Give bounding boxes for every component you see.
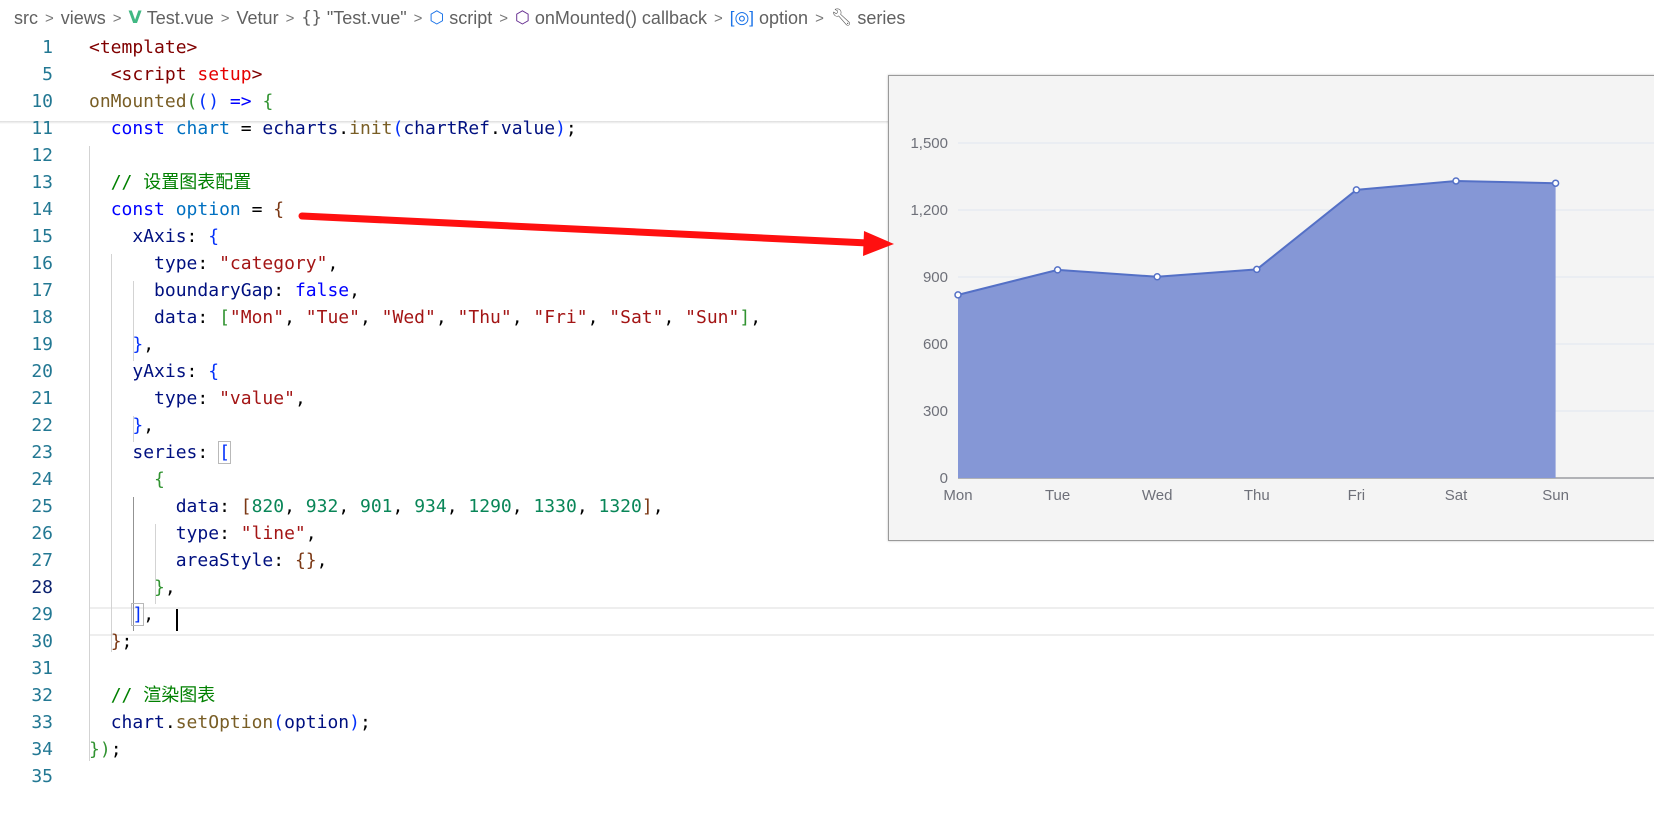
line-number: 31	[31, 658, 53, 679]
line-number: 17	[31, 280, 53, 301]
data-point	[1053, 266, 1062, 274]
line-number: 22	[31, 415, 53, 436]
x-tick-label: Mon	[943, 487, 972, 504]
code-line: 31	[0, 655, 1654, 682]
code-line: 30 };	[0, 628, 1654, 655]
breadcrumb-item[interactable]: V Test.vue	[129, 8, 214, 29]
code-line: 29 ],	[0, 601, 1654, 628]
cube-icon: ⬡	[429, 8, 445, 27]
line-number: 23	[31, 442, 53, 463]
area-chart: 0 300 600 900 1,200 1,500 Mon Tue Wed Thu Fri Sat Su…	[910, 135, 1654, 504]
line-number: 19	[31, 334, 53, 355]
line-number: 30	[31, 631, 53, 652]
cube-icon: ⬡	[515, 8, 530, 27]
breadcrumb: src > views > V Test.vue > Vetur > {} "Test.vue" > ⬡…	[14, 4, 1654, 32]
data-point	[1253, 265, 1261, 274]
line-number: 21	[31, 388, 53, 409]
code-line: 34});	[0, 736, 1654, 763]
chevron-right-icon: >	[285, 9, 295, 27]
breadcrumb-label: onMounted() callback	[534, 7, 707, 28]
line-number: 28	[31, 577, 53, 598]
chart-area-fill	[958, 180, 1556, 478]
x-tick-label: Sun	[1542, 487, 1569, 504]
breadcrumb-item[interactable]: {} "Test.vue"	[301, 8, 406, 29]
line-number: 34	[31, 739, 53, 760]
breadcrumb-label: series	[857, 7, 906, 28]
code-line: 27 areaStyle: {},	[0, 547, 1654, 574]
code-line: 32 // 渲染图表	[0, 682, 1654, 709]
code-line: 33 chart.setOption(option);	[0, 709, 1654, 736]
vue-icon: V	[128, 8, 142, 28]
breadcrumb-label: src	[14, 7, 38, 28]
breadcrumb-label: "Test.vue"	[326, 7, 407, 28]
breadcrumb-item[interactable]: views	[61, 8, 106, 29]
wrench-icon: 🔧︎	[830, 8, 853, 27]
breadcrumb-item[interactable]: [◎] option	[730, 8, 808, 29]
text-cursor	[176, 609, 178, 631]
chevron-right-icon: >	[815, 9, 824, 27]
data-point	[1452, 177, 1460, 185]
data-point	[1551, 179, 1560, 187]
data-point	[1153, 273, 1161, 281]
y-tick-label: 0	[940, 470, 948, 487]
line-number: 35	[31, 766, 53, 787]
x-tick-label: Fri	[1348, 487, 1366, 504]
braces-icon: {}	[301, 8, 322, 28]
x-tick-label: Sat	[1445, 487, 1468, 504]
line-number: 20	[31, 361, 53, 382]
data-point	[954, 291, 962, 299]
breadcrumb-item[interactable]: ⬡ script	[429, 8, 492, 29]
line-number: 27	[31, 550, 53, 571]
breadcrumb-item[interactable]: Vetur	[237, 8, 279, 29]
line-number: 1	[42, 37, 53, 58]
y-tick-label: 1,500	[910, 135, 948, 152]
x-tick-label: Thu	[1244, 487, 1270, 504]
chart-preview-panel: 0 300 600 900 1,200 1,500 Mon Tue Wed Thu Fri Sat Su…	[888, 75, 1654, 541]
breadcrumb-item[interactable]: 🔧︎ series	[831, 8, 906, 29]
breadcrumb-label: Test.vue	[146, 7, 214, 28]
code-line: 28 },	[0, 574, 1654, 601]
line-number: 18	[31, 307, 53, 328]
line-number: 32	[31, 685, 53, 706]
line-number: 26	[31, 523, 53, 544]
breadcrumb-label: script	[449, 7, 493, 28]
breadcrumb-label: option	[759, 7, 809, 28]
x-tick-label: Wed	[1142, 487, 1173, 504]
code-line: 1 <template>	[0, 34, 1654, 61]
chevron-right-icon: >	[112, 9, 122, 27]
line-number: 11	[31, 118, 53, 139]
chevron-right-icon: >	[413, 9, 423, 27]
line-number: 29	[31, 604, 53, 625]
data-point	[1352, 186, 1361, 194]
line-number: 14	[31, 199, 53, 220]
breadcrumb-item[interactable]: ⬡ onMounted() callback	[515, 8, 707, 29]
chevron-right-icon: >	[499, 9, 509, 27]
chevron-right-icon: >	[713, 9, 723, 27]
chevron-right-icon: >	[45, 9, 54, 27]
y-tick-label: 900	[923, 269, 948, 286]
line-number: 13	[31, 172, 53, 193]
line-number: 15	[31, 226, 53, 247]
line-number: 33	[31, 712, 53, 733]
line-number: 16	[31, 253, 53, 274]
chevron-right-icon: >	[220, 9, 230, 27]
line-number: 10	[31, 91, 53, 112]
line-number: 12	[31, 145, 53, 166]
field-icon: [◎]	[729, 8, 755, 27]
y-tick-label: 1,200	[910, 202, 948, 219]
breadcrumb-label: views	[60, 7, 106, 28]
line-number: 25	[31, 496, 53, 517]
code-line: 35	[0, 763, 1654, 790]
line-number: 24	[31, 469, 53, 490]
y-tick-label: 600	[923, 336, 948, 353]
breadcrumb-label: Vetur	[236, 7, 279, 28]
x-tick-label: Tue	[1045, 487, 1070, 504]
y-tick-label: 300	[923, 403, 948, 420]
breadcrumb-item[interactable]: src	[14, 8, 38, 29]
line-number: 5	[42, 64, 53, 85]
